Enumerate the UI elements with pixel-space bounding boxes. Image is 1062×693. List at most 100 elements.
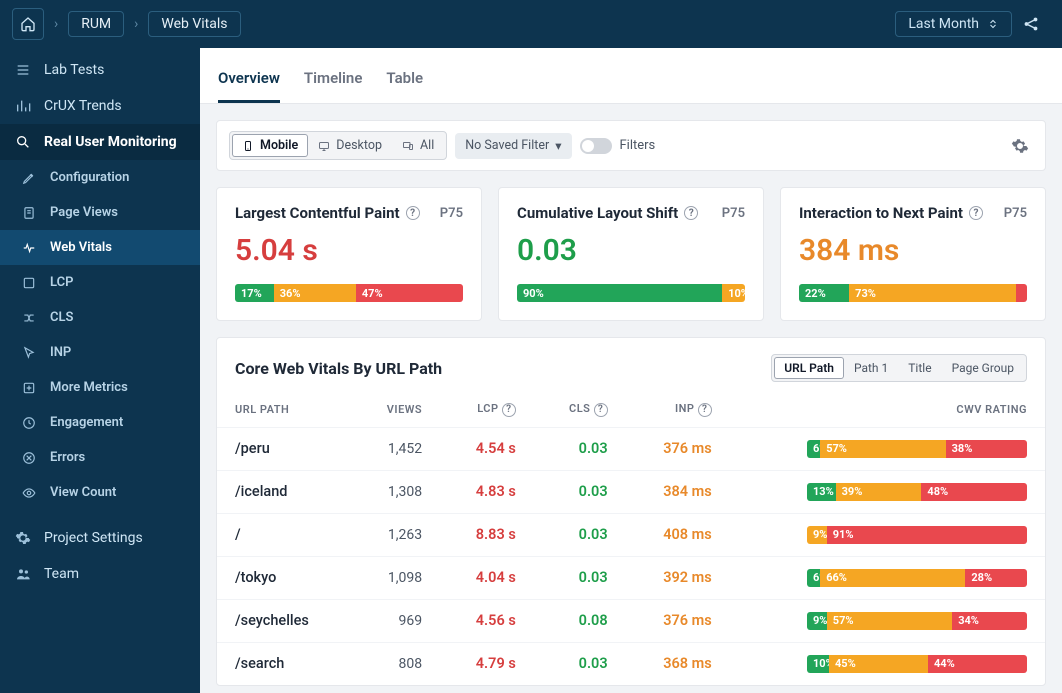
col-cls[interactable]: CLS ? [534,392,626,427]
cell-url: /iceland [217,470,352,513]
table-row[interactable]: / 1,263 8.83 s 0.03 408 ms 9%91% [217,513,1045,556]
table-row[interactable]: /tokyo 1,098 4.04 s 0.03 392 ms 6%66%28% [217,556,1045,599]
filters-label: Filters [620,138,656,153]
col-lcp[interactable]: LCP ? [440,392,534,427]
percentile-label: P75 [440,206,463,221]
dist-segment: 9% [807,526,827,544]
sidebar-item-viewcount[interactable]: View Count [0,475,200,510]
sidebar-item-label: Lab Tests [44,62,104,78]
dist-segment: 9% [807,612,827,630]
saved-filter-dropdown[interactable]: No Saved Filter ▾ [455,133,571,159]
help-icon[interactable]: ? [969,206,983,220]
dist-segment: 13% [807,483,836,501]
help-icon[interactable]: ? [406,206,420,220]
sidebar-item-rum[interactable]: Real User Monitoring [0,124,200,160]
sidebar-item-cls[interactable]: CLS [0,300,200,335]
search-icon [14,134,32,150]
sidebar-item-more[interactable]: More Metrics [0,370,200,405]
device-all[interactable]: All [392,134,444,157]
col-cwv[interactable]: CWV RATING [730,392,1045,427]
desktop-icon [318,140,330,152]
time-range-label: Last Month [908,16,979,32]
cell-views: 1,263 [352,513,440,556]
table-row[interactable]: /search 808 4.79 s 0.03 368 ms 10%45%44% [217,642,1045,685]
sidebar-item-errors[interactable]: Errors [0,440,200,475]
share-button[interactable] [1022,15,1050,33]
sidebar-item-webvitals[interactable]: Web Vitals [0,230,200,265]
cell-inp: 384 ms [626,470,730,513]
device-all-label: All [420,138,434,153]
settings-button[interactable] [1007,133,1033,159]
distribution-bar: 17%36%47% [235,284,463,302]
metrics-row: Largest Contentful Paint ? P75 5.04 s 17… [216,187,1046,321]
device-desktop[interactable]: Desktop [308,134,392,157]
metric-title: Largest Contentful Paint ? [235,204,420,222]
metric-value: 0.03 [517,236,745,266]
help-icon: ? [594,403,608,417]
cell-cls: 0.08 [534,599,626,642]
col-urlpath[interactable]: URL PATH [217,392,352,427]
document-icon [20,206,38,220]
grouping-urlpath[interactable]: URL Path [774,357,844,379]
cell-lcp: 4.83 s [440,470,534,513]
chevron-right-icon: › [134,16,138,32]
metric-title: Interaction to Next Paint ? [799,204,983,222]
sidebar-item-team[interactable]: Team [0,556,200,592]
metric-card[interactable]: Cumulative Layout Shift ? P75 0.03 90%10… [498,187,764,321]
cell-inp: 392 ms [626,556,730,599]
dist-segment: 47% [356,284,463,302]
sidebar-item-pageviews[interactable]: Page Views [0,195,200,230]
dist-segment: 48% [921,483,1027,501]
dist-segment: 22% [799,284,849,302]
heartbeat-icon [20,241,38,255]
breadcrumb-rum[interactable]: RUM [68,11,124,37]
table-row[interactable]: /iceland 1,308 4.83 s 0.03 384 ms 13%39%… [217,470,1045,513]
breadcrumb-page[interactable]: Web Vitals [148,11,240,37]
sidebar-item-label: LCP [50,275,73,290]
filters-toggle[interactable] [580,138,612,154]
cell-cwv: 9%57%34% [730,599,1045,642]
sidebar-item-label: Errors [50,450,85,465]
tab-overview[interactable]: Overview [218,55,280,103]
sidebar-item-crux[interactable]: CrUX Trends [0,88,200,124]
col-inp[interactable]: INP ? [626,392,730,427]
col-views[interactable]: VIEWS [352,392,440,427]
main: Overview Timeline Table Mobile Desktop [200,48,1062,693]
time-range-selector[interactable]: Last Month [895,11,1012,37]
mobile-icon [242,140,254,152]
sidebar-item-engagement[interactable]: Engagement [0,405,200,440]
cell-url: / [217,513,352,556]
home-button[interactable] [12,8,44,40]
cell-cls: 0.03 [534,513,626,556]
grouping-title[interactable]: Title [898,357,941,379]
tab-table[interactable]: Table [386,55,423,103]
table-row[interactable]: /seychelles 969 4.56 s 0.08 376 ms 9%57%… [217,599,1045,642]
sidebar-item-inp[interactable]: INP [0,335,200,370]
cell-cwv: 9%91% [730,513,1045,556]
table-row[interactable]: /peru 1,452 4.54 s 0.03 376 ms 6%57%38% [217,427,1045,470]
help-icon[interactable]: ? [684,206,698,220]
sidebar-item-lcp[interactable]: LCP [0,265,200,300]
cell-views: 808 [352,642,440,685]
cell-inp: 376 ms [626,599,730,642]
grouping-segment: URL Path Path 1 Title Page Group [771,354,1027,382]
percentile-label: P75 [722,206,745,221]
sidebar-item-configuration[interactable]: Configuration [0,160,200,195]
device-mobile[interactable]: Mobile [232,134,308,157]
topbar: › RUM › Web Vitals Last Month [0,0,1062,48]
distribution-bar: 9%57%34% [807,612,1027,630]
grouping-path1[interactable]: Path 1 [844,357,898,379]
list-icon [14,62,32,78]
grouping-pagegroup[interactable]: Page Group [942,357,1024,379]
metric-card[interactable]: Interaction to Next Paint ? P75 384 ms 2… [780,187,1046,321]
metric-card[interactable]: Largest Contentful Paint ? P75 5.04 s 17… [216,187,482,321]
metric-title: Cumulative Layout Shift ? [517,204,698,222]
saved-filter-label: No Saved Filter [465,138,549,153]
sidebar-item-lab-tests[interactable]: Lab Tests [0,52,200,88]
sidebar-item-project-settings[interactable]: Project Settings [0,520,200,556]
chart-icon [14,98,32,114]
sidebar-item-label: View Count [50,485,116,500]
distribution-bar: 6%57%38% [807,440,1027,458]
tab-timeline[interactable]: Timeline [304,55,362,103]
cell-cwv: 10%45%44% [730,642,1045,685]
